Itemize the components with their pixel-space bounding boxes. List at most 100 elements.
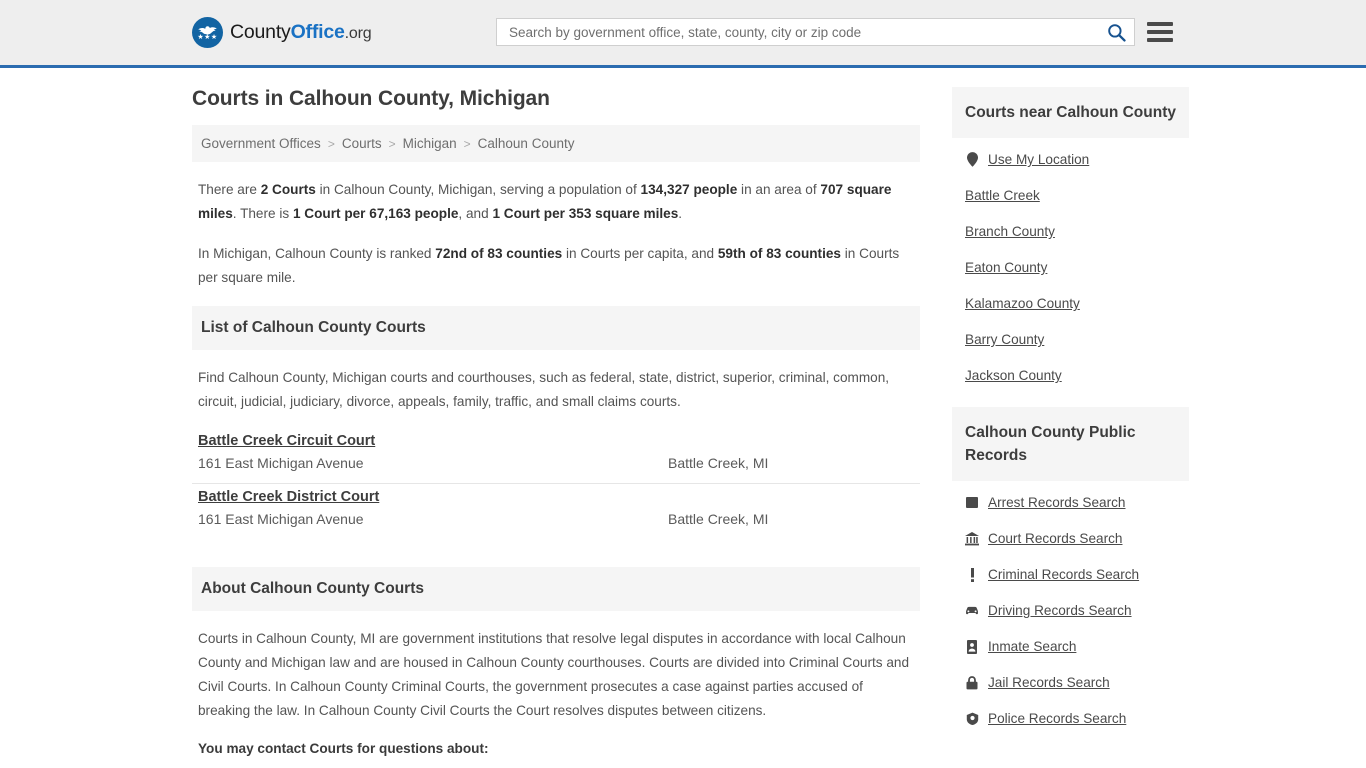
stat-population: 134,327 people: [640, 182, 738, 197]
logo-wordmark: CountyOffice.org: [230, 21, 372, 44]
about-section-text: Courts in Calhoun County, MI are governm…: [198, 631, 910, 718]
sidebar-item-eaton-county[interactable]: Eaton County: [965, 260, 1176, 275]
stat-per-people: 1 Court per 67,163 people: [292, 206, 459, 221]
map-pin-icon: [965, 152, 979, 167]
sidebar-item-label[interactable]: Driving Records Search: [988, 603, 1132, 618]
stat-text: , and: [458, 206, 493, 221]
sidebar-item-label[interactable]: Battle Creek: [965, 188, 1040, 203]
sidebar-records-header: Calhoun County Public Records: [952, 407, 1189, 481]
logo-text-county: County: [230, 21, 291, 43]
breadcrumb-item-michigan[interactable]: Michigan: [403, 136, 457, 151]
sidebar-item-battle-creek[interactable]: Battle Creek: [965, 188, 1176, 203]
main-column: Courts in Calhoun County, Michigan Gover…: [192, 87, 920, 768]
search-icon[interactable]: [1107, 23, 1126, 42]
site-header: ★★★ CountyOffice.org: [0, 0, 1366, 68]
sidebar-item-inmate-search[interactable]: Inmate Search: [965, 639, 1176, 654]
stat-text: in an area of: [737, 182, 821, 197]
sidebar-nearby-links: Use My Location Battle Creek Branch Coun…: [952, 138, 1189, 383]
fingerprint-icon: [965, 496, 979, 509]
logo-stars: ★★★: [197, 34, 218, 41]
breadcrumb-item-courts[interactable]: Courts: [342, 136, 382, 151]
court-list: Battle Creek Circuit Court 161 East Mich…: [192, 428, 920, 539]
list-section-intro: Find Calhoun County, Michigan courts and…: [198, 370, 890, 409]
breadcrumb-separator: >: [388, 136, 396, 151]
sidebar-item-label[interactable]: Court Records Search: [988, 531, 1122, 546]
sidebar-item-label[interactable]: Police Records Search: [988, 711, 1126, 726]
about-subheading: You may contact Courts for questions abo…: [198, 741, 489, 756]
exclamation-icon: [965, 567, 979, 582]
sidebar-item-kalamazoo-county[interactable]: Kalamazoo County: [965, 296, 1176, 311]
sidebar-item-jail-records-search[interactable]: Jail Records Search: [965, 675, 1176, 690]
statistics-section: There are 2 Courts in Calhoun County, Mi…: [192, 162, 920, 290]
sidebar-item-label[interactable]: Barry County: [965, 332, 1044, 347]
table-row: Battle Creek District Court 161 East Mic…: [192, 484, 920, 539]
court-link-battle-creek-district-court[interactable]: Battle Creek District Court: [198, 489, 379, 505]
logo-text-org: .org: [344, 25, 372, 42]
list-section-header: List of Calhoun County Courts: [192, 306, 920, 350]
sidebar-item-label[interactable]: Jackson County: [965, 368, 1062, 383]
search-input[interactable]: [507, 19, 1107, 45]
sidebar-records-links: Arrest Records Search Court Records Sear…: [952, 481, 1189, 726]
search-box[interactable]: [496, 18, 1135, 46]
sidebar-item-label[interactable]: Jail Records Search: [988, 675, 1110, 690]
breadcrumb-item-calhoun-county[interactable]: Calhoun County: [478, 136, 575, 151]
sidebar-item-branch-county[interactable]: Branch County: [965, 224, 1176, 239]
lock-icon: [965, 675, 979, 690]
content-row: Courts in Calhoun County, Michigan Gover…: [192, 68, 1189, 768]
site-logo[interactable]: ★★★ CountyOffice.org: [192, 17, 372, 48]
sidebar-item-criminal-records-search[interactable]: Criminal Records Search: [965, 567, 1176, 582]
courthouse-icon: [965, 531, 979, 546]
sidebar-item-label[interactable]: Criminal Records Search: [988, 567, 1139, 582]
sidebar-records-heading: Calhoun County Public Records: [965, 424, 1136, 464]
sidebar-item-label[interactable]: Eaton County: [965, 260, 1047, 275]
court-link-battle-creek-circuit-court[interactable]: Battle Creek Circuit Court: [198, 433, 375, 449]
breadcrumb-item-government-offices[interactable]: Government Offices: [201, 136, 321, 151]
sidebar-item-police-records-search[interactable]: Police Records Search: [965, 711, 1176, 726]
stat-text: There are: [198, 182, 261, 197]
hamburger-menu-icon[interactable]: [1147, 22, 1173, 42]
stat-text: in Courts per capita, and: [562, 246, 718, 261]
page-container: Courts in Calhoun County, Michigan Gover…: [0, 68, 1366, 768]
stat-text: In Michigan, Calhoun County is ranked: [198, 246, 436, 261]
stat-rank-capita: 72nd of 83 counties: [435, 246, 563, 261]
sidebar-item-arrest-records-search[interactable]: Arrest Records Search: [965, 495, 1176, 510]
hamburger-bar: [1147, 38, 1173, 42]
sidebar-item-label[interactable]: Use My Location: [988, 152, 1089, 167]
list-section-heading: List of Calhoun County Courts: [201, 319, 426, 336]
about-section-header: About Calhoun County Courts: [192, 567, 920, 611]
sidebar-item-court-records-search[interactable]: Court Records Search: [965, 531, 1176, 546]
court-address: 161 East Michigan Avenue: [198, 511, 364, 527]
court-city: Battle Creek, MI: [668, 511, 769, 527]
sidebar-item-jackson-county[interactable]: Jackson County: [965, 368, 1176, 383]
eagle-seal-icon: ★★★: [192, 17, 223, 48]
sidebar-item-use-my-location[interactable]: Use My Location: [965, 152, 1176, 167]
stat-court-count: 2 Courts: [260, 182, 316, 197]
hamburger-bar: [1147, 30, 1173, 34]
header-search-area: [496, 18, 1173, 46]
sidebar-item-label[interactable]: Kalamazoo County: [965, 296, 1080, 311]
hamburger-bar: [1147, 22, 1173, 26]
sidebar-item-label[interactable]: Inmate Search: [988, 639, 1076, 654]
stat-text: in Calhoun County, Michigan, serving a p…: [315, 182, 641, 197]
about-bullet-list: Calhoun County court records and judgmen…: [198, 764, 914, 768]
logo-text-office: Office: [290, 21, 345, 43]
court-city: Battle Creek, MI: [668, 455, 769, 471]
statistics-paragraph-2: In Michigan, Calhoun County is ranked 72…: [198, 242, 914, 290]
id-card-icon: [965, 639, 979, 654]
stat-rank-area: 59th of 83 counties: [717, 246, 841, 261]
sidebar-nearby-heading: Courts near Calhoun County: [965, 104, 1176, 121]
sidebar-item-driving-records-search[interactable]: Driving Records Search: [965, 603, 1176, 618]
court-address: 161 East Michigan Avenue: [198, 455, 364, 471]
stat-per-area: 1 Court per 353 square miles: [492, 206, 679, 221]
breadcrumb-separator: >: [327, 136, 335, 151]
car-icon: [965, 605, 979, 616]
about-section-heading: About Calhoun County Courts: [201, 580, 424, 597]
about-section-body: Courts in Calhoun County, MI are governm…: [192, 611, 920, 768]
page-title: Courts in Calhoun County, Michigan: [192, 87, 550, 110]
sidebar-item-label[interactable]: Branch County: [965, 224, 1055, 239]
sidebar-item-label[interactable]: Arrest Records Search: [988, 495, 1126, 510]
court-detail-line: 161 East Michigan Avenue Battle Creek, M…: [198, 455, 914, 471]
breadcrumb-separator: >: [463, 136, 471, 151]
list-section-body: Find Calhoun County, Michigan courts and…: [192, 350, 920, 414]
sidebar-item-barry-county[interactable]: Barry County: [965, 332, 1176, 347]
